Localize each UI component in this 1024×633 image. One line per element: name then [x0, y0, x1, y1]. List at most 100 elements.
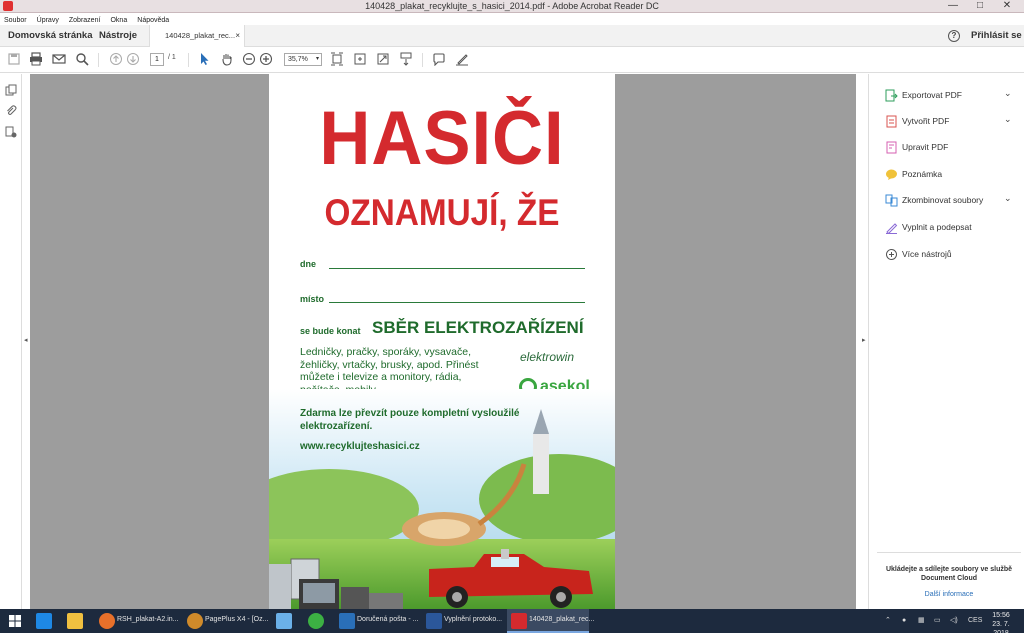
tab-document[interactable]: 140428_plakat_rec... ×: [149, 25, 245, 47]
taskbar-mail[interactable]: Doručená pošta - ...: [335, 609, 419, 633]
page-thumbnails-icon[interactable]: [5, 84, 17, 96]
fill-sign-icon: [886, 223, 898, 234]
sign-pen-icon[interactable]: [454, 52, 470, 68]
document-viewport[interactable]: HASIČI OZNAMUJÍ, ŽE dne místo se bude ko…: [30, 74, 856, 609]
tool-label: Vyplnit a podepsat: [902, 222, 972, 232]
scroll-mode-icon[interactable]: [398, 52, 414, 68]
maximize-button[interactable]: □: [967, 0, 993, 13]
search-icon[interactable]: [74, 52, 90, 68]
start-button[interactable]: [0, 609, 30, 633]
page-down-icon[interactable]: [125, 52, 141, 68]
attachments-icon[interactable]: [5, 105, 17, 117]
collection-prefix: se bude konat: [300, 326, 361, 336]
hand-tool-icon[interactable]: [219, 52, 235, 68]
chevron-down-icon[interactable]: ⌄: [1004, 88, 1012, 99]
tray-chevron-icon[interactable]: ⌃: [885, 609, 891, 633]
taskbar-label: Vyplnění protoko...: [444, 616, 503, 623]
signin-link[interactable]: Přihlásit se: [971, 25, 1022, 47]
zoom-in-icon[interactable]: [258, 52, 274, 68]
save-icon[interactable]: [6, 52, 22, 68]
fit-width-icon[interactable]: [352, 52, 368, 68]
toolbar-separator: [188, 53, 189, 67]
tray-bluetooth-icon[interactable]: ●: [902, 609, 906, 633]
select-cursor-icon[interactable]: [196, 52, 212, 68]
tool-combine-files[interactable]: Zkombinovat soubory ⌄: [869, 192, 1024, 210]
pageplus-icon: [187, 613, 203, 629]
window-title: 140428_plakat_recyklujte_s_hasici_2014.p…: [365, 1, 659, 11]
poster-url: www.recyklujteshasici.cz: [300, 441, 420, 452]
taskbar-file-explorer[interactable]: [63, 609, 87, 633]
place-line: [329, 302, 585, 303]
tool-edit-pdf[interactable]: Upravit PDF: [869, 139, 1024, 157]
print-icon[interactable]: [28, 52, 44, 68]
place-label: místo: [300, 294, 325, 304]
taskbar-paint[interactable]: [272, 609, 296, 633]
toolbar-separator: [422, 53, 423, 67]
paint-icon: [276, 613, 292, 629]
collapse-right-panel-icon[interactable]: ▸: [862, 336, 866, 344]
taskbar-clock[interactable]: 15:56 23. 7. 2018: [985, 611, 1017, 633]
tab-home[interactable]: Domovská stránka: [8, 25, 92, 47]
tool-export-pdf[interactable]: Exportovat PDF ⌄: [869, 87, 1024, 105]
chevron-down-icon[interactable]: ⌄: [1004, 114, 1012, 125]
taskbar-firefox[interactable]: RSH_plakat-A2.in...: [95, 609, 179, 633]
zoom-out-icon[interactable]: [241, 52, 257, 68]
edge-icon: [36, 613, 52, 629]
date-line: [329, 268, 585, 269]
comment-icon[interactable]: [431, 52, 447, 68]
tool-label: Poznámka: [902, 169, 943, 179]
toolbar-separator: [98, 53, 99, 67]
tool-label: Exportovat PDF: [902, 90, 962, 100]
export-pdf-icon: [885, 89, 898, 102]
zoom-level-select[interactable]: 35,7% ▾: [284, 53, 322, 66]
toolbar: 1 / 1 35,7% ▾: [0, 47, 1024, 73]
full-screen-icon[interactable]: [375, 52, 391, 68]
taskbar-pageplus[interactable]: PagePlus X4 - [Oz...: [183, 609, 268, 633]
comment-icon: [886, 169, 897, 180]
tab-close-icon[interactable]: ×: [235, 25, 240, 47]
tab-tools[interactable]: Nástroje: [99, 25, 137, 47]
chevron-down-icon: ▾: [315, 56, 319, 62]
date-label: dne: [300, 259, 317, 269]
tray-battery-icon[interactable]: ▭: [934, 609, 941, 633]
fit-page-icon[interactable]: [329, 52, 345, 68]
taskbar-label: RSH_plakat-A2.in...: [117, 616, 179, 623]
page-number-input[interactable]: 1: [150, 53, 164, 66]
taskbar-chrome[interactable]: [304, 609, 328, 633]
clock-date: 23. 7. 2018: [992, 621, 1010, 633]
clock-time: 15:56: [992, 612, 1010, 619]
more-info-link[interactable]: Další informace: [877, 591, 1021, 598]
tool-create-pdf[interactable]: Vytvořit PDF ⌄: [869, 113, 1024, 131]
signature-panel-icon[interactable]: [5, 126, 17, 138]
language-indicator[interactable]: CES: [968, 609, 982, 633]
collection-title: SBĚR ELEKTROZAŘÍZENÍ: [372, 318, 584, 337]
free-collection-text: Zdarma lze převzít pouze kompletní vyslo…: [300, 408, 520, 432]
collapse-left-panel-icon[interactable]: ◂: [24, 336, 28, 344]
minimize-button[interactable]: —: [940, 0, 966, 13]
poster-title: HASIČI: [319, 96, 565, 181]
tool-label: Více nástrojů: [902, 249, 952, 259]
poster-subtitle: OZNAMUJÍ, ŽE: [324, 192, 560, 233]
taskbar-label: Doručená pošta - ...: [357, 616, 419, 623]
elektrowin-logo: elektrowin: [520, 350, 575, 364]
taskbar-word[interactable]: Vyplnění protoko...: [422, 609, 502, 633]
word-icon: [426, 613, 442, 629]
taskbar-edge[interactable]: [32, 609, 56, 633]
tray-network-icon[interactable]: ▦: [918, 609, 925, 633]
chevron-down-icon[interactable]: ⌄: [1004, 193, 1012, 204]
tool-comment[interactable]: Poznámka: [869, 166, 1024, 184]
close-window-button[interactable]: ✕: [994, 0, 1020, 13]
acrobat-icon: [511, 613, 527, 629]
taskbar-acrobat[interactable]: 140428_plakat_rec...: [507, 609, 594, 633]
mail-icon: [339, 613, 355, 629]
page-up-icon[interactable]: [108, 52, 124, 68]
tool-more-tools[interactable]: Více nástrojů: [869, 246, 1024, 264]
more-tools-icon: [886, 249, 897, 260]
help-icon[interactable]: ?: [948, 30, 960, 42]
email-icon[interactable]: [51, 52, 67, 68]
document-cloud-text: Ukládejte a sdílejte soubory ve službě D…: [885, 566, 1013, 582]
tool-fill-sign[interactable]: Vyplnit a podepsat: [869, 219, 1024, 237]
zoom-level-value: 35,7%: [288, 56, 308, 63]
tray-volume-icon[interactable]: ◁): [950, 609, 958, 633]
combine-files-icon: [885, 194, 898, 207]
